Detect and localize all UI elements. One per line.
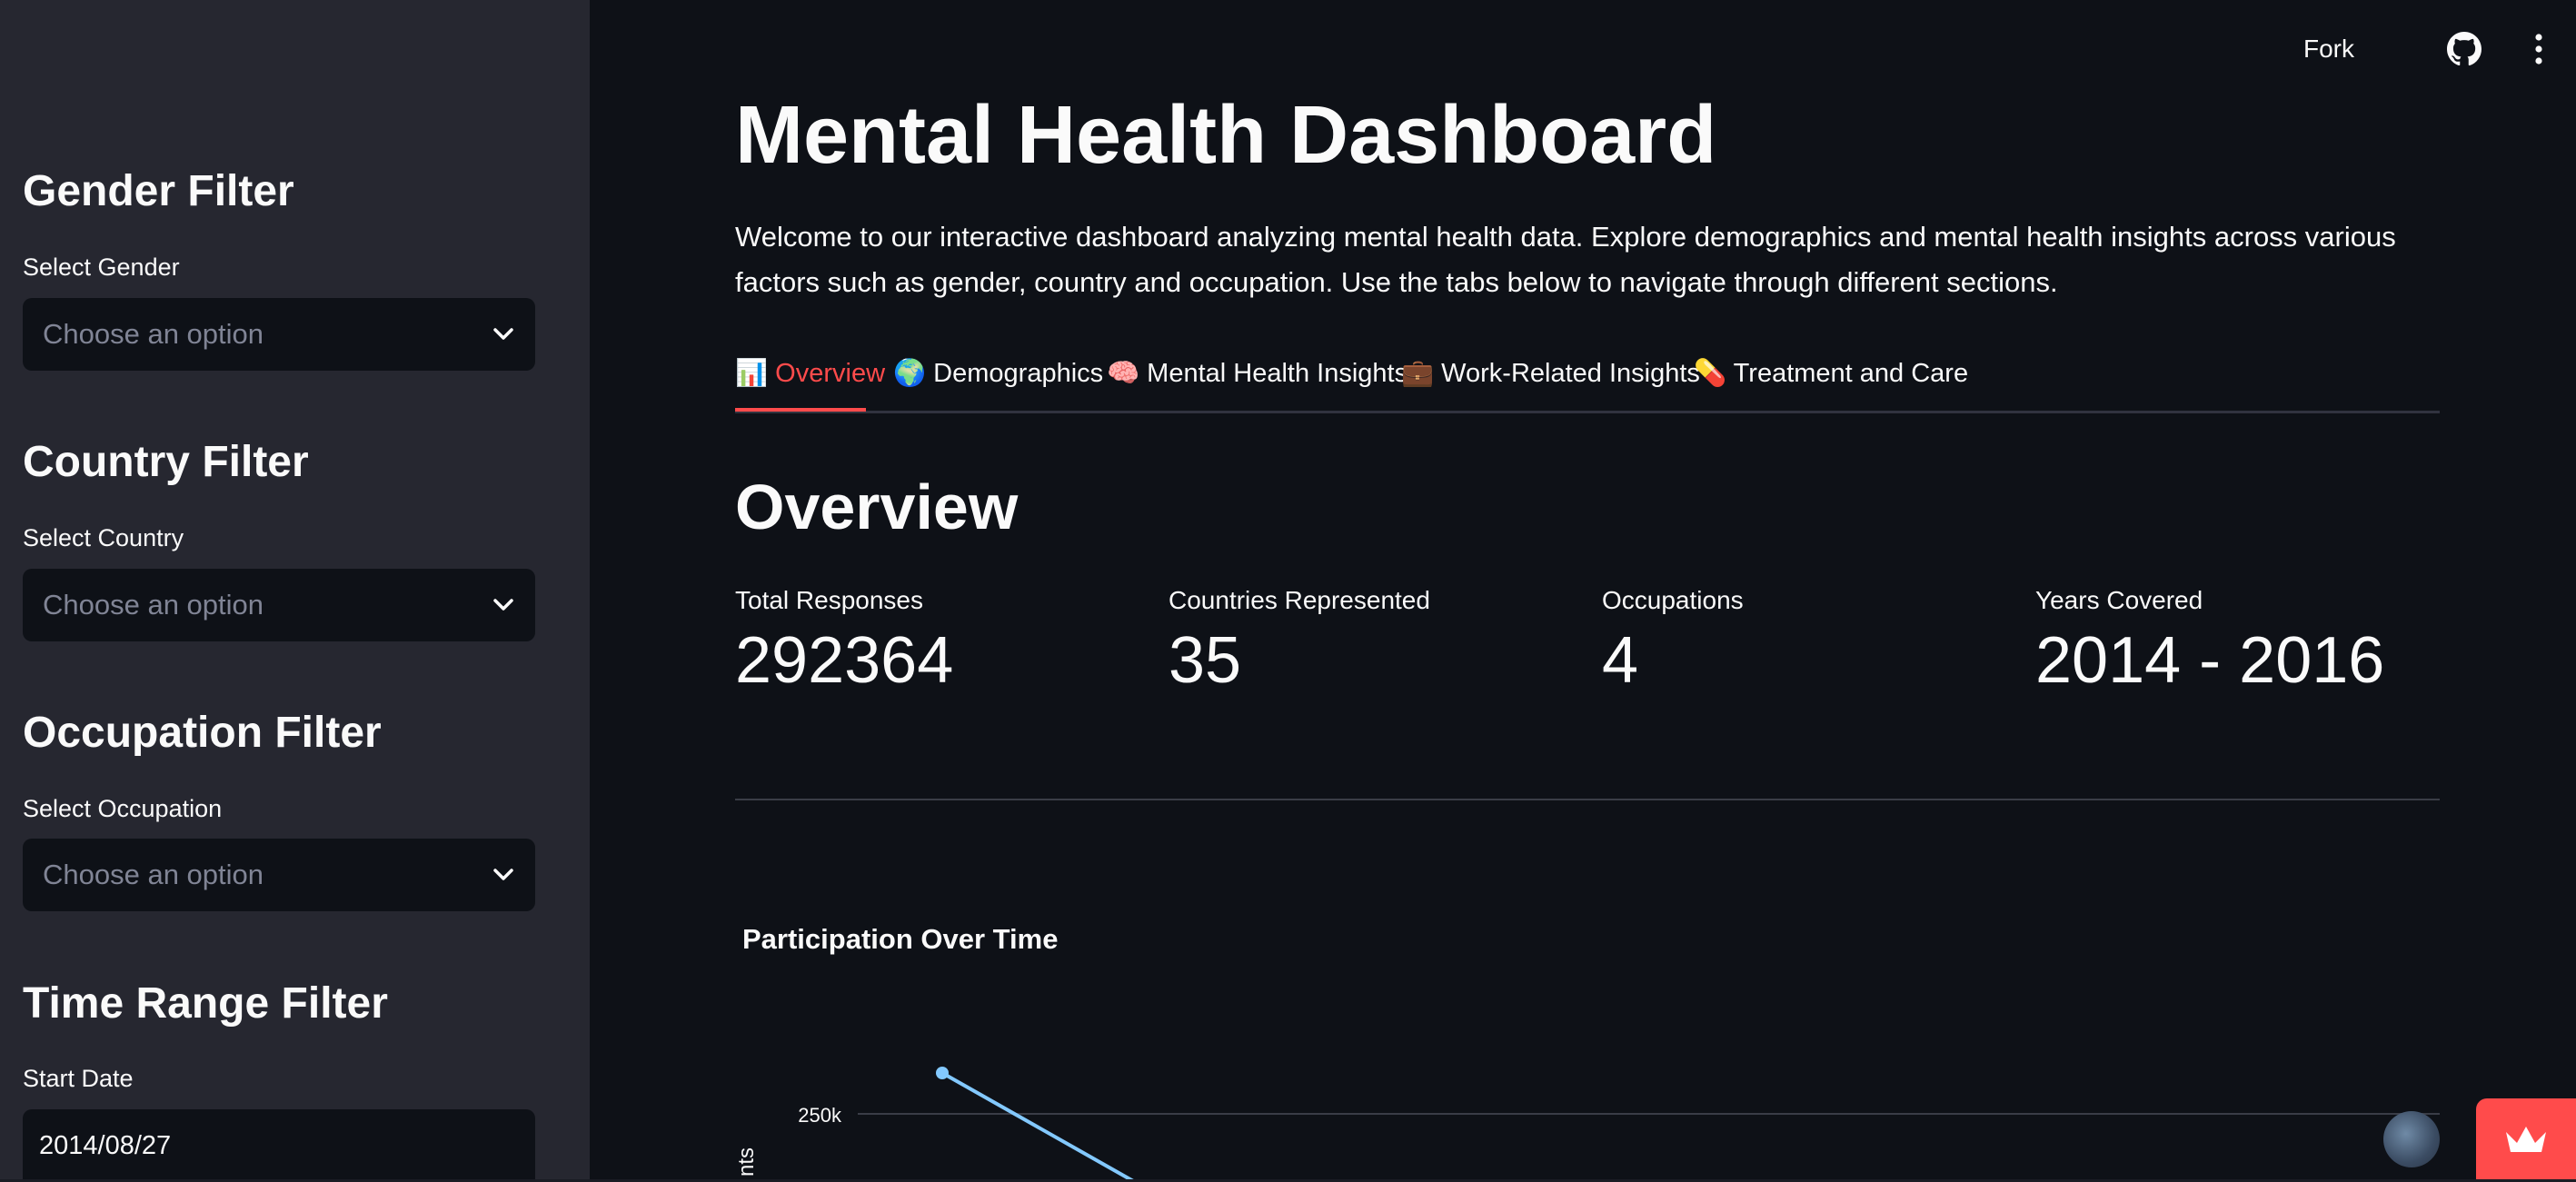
avatar[interactable]	[2383, 1111, 2440, 1167]
tab-label: Demographics	[933, 359, 1104, 388]
pill-icon: 💊	[1694, 359, 1727, 388]
metric-value-total-responses: 292364	[735, 624, 954, 697]
tab-label: Work-Related Insights	[1441, 359, 1700, 388]
intro-text: Welcome to our interactive dashboard ana…	[735, 221, 2396, 298]
start-date-label: Start Date	[23, 1065, 134, 1092]
active-tab-indicator	[735, 408, 866, 412]
github-icon[interactable]	[2447, 32, 2482, 66]
occupation-select-placeholder: Choose an option	[43, 859, 264, 890]
chevron-down-icon	[492, 863, 515, 887]
chart-svg: 250k nts	[735, 1067, 2440, 1182]
metric-label-total-responses: Total Responses	[735, 586, 924, 614]
gender-select[interactable]: Choose an option	[23, 298, 535, 371]
streamlit-crown-button[interactable]	[2476, 1098, 2576, 1182]
tab-label: Mental Health Insights	[1147, 359, 1408, 388]
tab-work-related-insights[interactable]: 💼 Work-Related Insights	[1401, 358, 1700, 389]
chart-title: Participation Over Time	[742, 923, 1059, 955]
tab-mental-health-insights[interactable]: 🧠 Mental Health Insights	[1107, 358, 1407, 389]
chevron-down-icon	[492, 323, 515, 346]
divider	[735, 799, 2440, 800]
page-title: Mental Health Dashboard	[735, 90, 1717, 181]
kebab-menu-icon[interactable]	[2534, 33, 2543, 65]
select-country-label: Select Country	[23, 524, 184, 551]
metric-value-countries: 35	[1169, 624, 1242, 697]
y-axis-label: nts	[735, 1147, 759, 1177]
data-point[interactable]	[936, 1067, 949, 1079]
fork-button[interactable]: Fork	[2303, 35, 2354, 64]
tab-overview[interactable]: 📊 Overview	[735, 358, 885, 389]
tab-label: Treatment and Care	[1733, 359, 1969, 388]
section-title: Overview	[735, 472, 1019, 542]
bar-chart-icon: 📊	[735, 359, 769, 388]
tab-label: Overview	[775, 359, 886, 388]
tab-demographics[interactable]: 🌍 Demographics	[893, 358, 1103, 389]
sidebar: Gender Filter Select Gender Choose an op…	[0, 0, 590, 1182]
select-gender-label: Select Gender	[23, 253, 180, 281]
series-line	[941, 1071, 1136, 1182]
gender-select-placeholder: Choose an option	[43, 318, 264, 350]
y-tick-label: 250k	[798, 1104, 842, 1127]
participation-chart[interactable]: 250k nts	[735, 1018, 2440, 1182]
occupation-select[interactable]: Choose an option	[23, 839, 535, 911]
metric-value-occupations: 4	[1602, 624, 1639, 697]
tab-bar: 📊 Overview 🌍 Demographics 🧠 Mental Healt…	[735, 353, 2440, 413]
brain-icon: 🧠	[1107, 359, 1140, 388]
occupation-filter-heading: Occupation Filter	[23, 709, 382, 757]
chevron-down-icon	[492, 593, 515, 617]
metric-label-years: Years Covered	[2035, 586, 2203, 614]
metric-label-occupations: Occupations	[1602, 586, 1744, 614]
globe-icon: 🌍	[893, 359, 927, 388]
crown-icon	[2506, 1127, 2546, 1152]
metric-value-years: 2014 - 2016	[2035, 624, 2385, 697]
briefcase-icon: 💼	[1401, 359, 1435, 388]
country-select-placeholder: Choose an option	[43, 589, 264, 621]
time-range-filter-heading: Time Range Filter	[23, 979, 388, 1028]
gender-filter-heading: Gender Filter	[23, 167, 294, 215]
country-filter-heading: Country Filter	[23, 438, 309, 486]
country-select[interactable]: Choose an option	[23, 569, 535, 641]
tab-treatment-and-care[interactable]: 💊 Treatment and Care	[1694, 358, 1968, 389]
metric-label-countries: Countries Represented	[1169, 586, 1430, 614]
start-date-input[interactable]: 2014/08/27	[23, 1109, 535, 1182]
select-occupation-label: Select Occupation	[23, 795, 223, 822]
